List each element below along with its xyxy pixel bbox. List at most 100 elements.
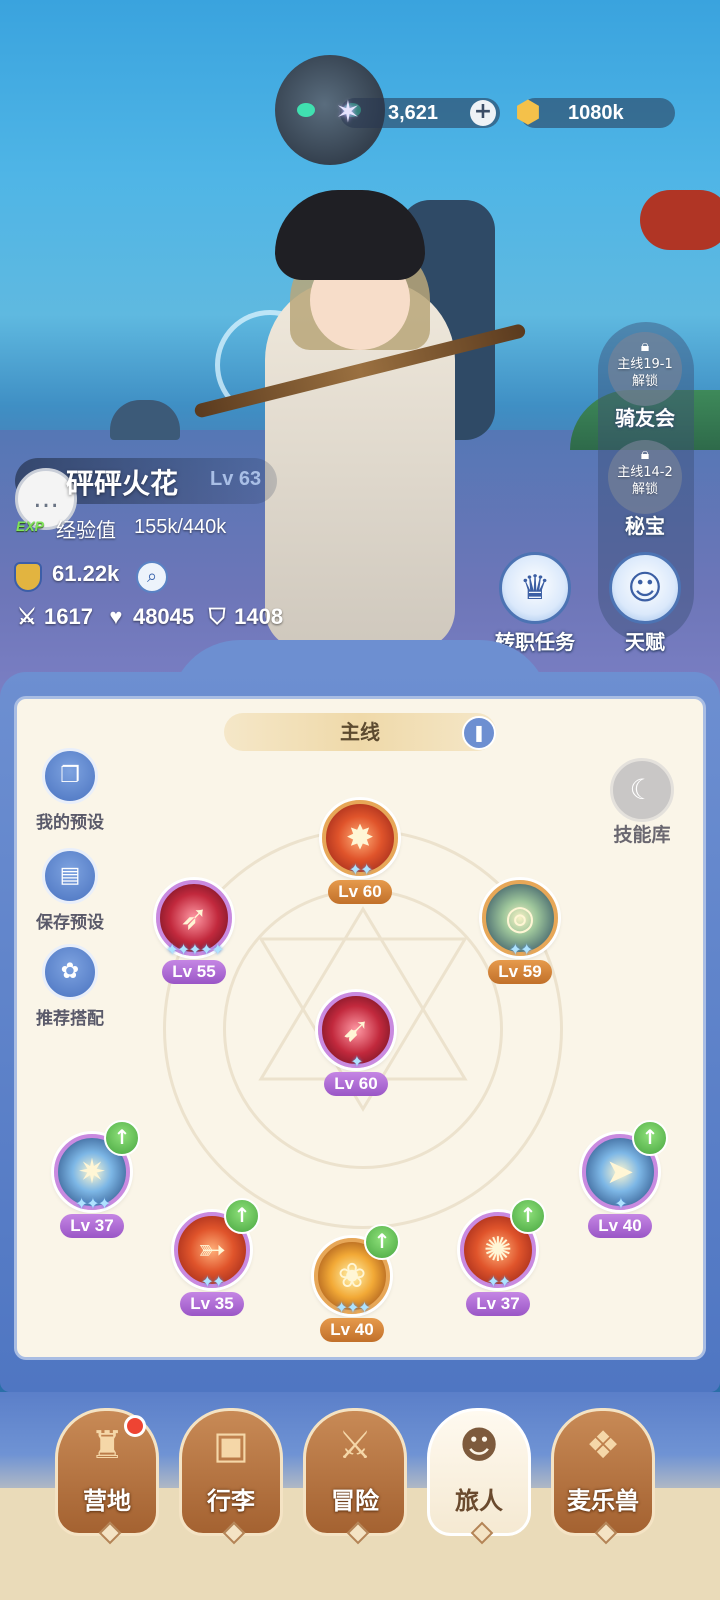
- upgrade-arrow-icon[interactable]: ↑: [364, 1224, 400, 1260]
- skill-slot-left[interactable]: ➶ ✦✦✦✦✦ Lv 55: [144, 880, 244, 990]
- skill-slot-bottom-3[interactable]: ❀ ↑ ✦✦✦ Lv 40: [302, 1224, 402, 1348]
- skill-slot-top[interactable]: ✸ ✦✦ Lv 60: [310, 800, 410, 910]
- skill-slot-right[interactable]: ◎ ✦✦ Lv 59: [470, 880, 570, 990]
- backpack-icon: ▣: [213, 1423, 249, 1467]
- skill-slot-center[interactable]: ➹ ✦ Lv 60: [306, 992, 406, 1102]
- stats-row: ⚔ 1617 ♥ 48045 ⛉ 1408: [14, 604, 283, 630]
- unlock-stage: 主线19-1: [617, 357, 673, 372]
- exp-value: 155k/440k: [134, 516, 227, 538]
- save-disk-icon: ▤: [42, 848, 98, 904]
- tab-main-line-label: 主线: [340, 720, 380, 744]
- player-name: 砰砰火花: [66, 467, 179, 500]
- star-currency-value: 3,621: [388, 101, 439, 124]
- defense-stat: ⛉ 1408: [204, 604, 283, 630]
- gold-coin-icon: ⬢: [514, 94, 542, 130]
- nav-gem: [98, 1521, 122, 1545]
- treasure-label: 秘宝: [625, 514, 665, 538]
- riding-club-unlock-text: 主线19-1 解锁: [608, 356, 682, 390]
- nav-gem: [346, 1521, 370, 1545]
- skill-stars: ✦✦: [486, 1272, 512, 1291]
- treasure-lock: 🔒︎ 主线14-2 解锁: [608, 440, 682, 514]
- save-preset-button[interactable]: ▤ 保存预设: [20, 848, 120, 933]
- skill-stars: ✦✦: [348, 860, 374, 879]
- star-crystal-icon: ✶: [335, 94, 361, 130]
- nav-traveler-tile: ☻ 旅人: [427, 1408, 531, 1545]
- riding-club-lock: 🔒︎ 主线19-1 解锁: [608, 332, 682, 406]
- skill-level: Lv 40: [320, 1318, 384, 1342]
- combat-power-shield-icon: [14, 562, 42, 592]
- treasure-unlock-text: 主线14-2 解锁: [608, 464, 682, 498]
- nav-gem: [470, 1521, 494, 1545]
- job-quest-button[interactable]: ♛ 转职任务: [490, 552, 580, 655]
- skill-level: Lv 40: [588, 1214, 652, 1238]
- skill-slot-bottom-5[interactable]: ➤ ↑ ✦ Lv 40: [570, 1120, 670, 1244]
- skill-level: Lv 55: [162, 960, 226, 984]
- nav-pet[interactable]: ❖ 麦乐兽: [548, 1408, 658, 1545]
- power-detail-search-icon[interactable]: ⌕: [136, 561, 168, 593]
- nav-camp-label: 营地: [83, 1487, 131, 1515]
- gold-currency-value: 1080k: [568, 101, 624, 124]
- exp-tag: EXP: [16, 518, 45, 534]
- tab-main-line[interactable]: 主线: [224, 713, 496, 751]
- lock-icon: 🔒︎: [640, 444, 650, 463]
- crossed-swords-icon: ⚔: [17, 604, 37, 629]
- combat-power-value: 61.22k: [52, 561, 120, 586]
- skill-stars: ✦✦✦✦✦: [165, 940, 224, 959]
- recommended-build-button[interactable]: ✿ 推荐搭配: [20, 944, 120, 1029]
- skill-level: Lv 60: [328, 880, 392, 904]
- nav-gem: [222, 1521, 246, 1545]
- talent-label: 天赋: [625, 630, 665, 654]
- skill-slot-bottom-2[interactable]: ➳ ↑ ✦✦ Lv 35: [162, 1198, 262, 1322]
- shield-icon: ⛉: [208, 604, 226, 629]
- nav-camp[interactable]: ♜ 营地: [52, 1408, 162, 1545]
- treasure-button[interactable]: 🔒︎ 主线14-2 解锁 秘宝: [605, 440, 685, 539]
- skill-level: Lv 60: [324, 1072, 388, 1096]
- defense-value: 1408: [234, 604, 284, 629]
- skill-slot-bottom-1[interactable]: ✷ ↑ ✦✦✦ Lv 37: [42, 1120, 142, 1244]
- add-currency-button[interactable]: +: [470, 100, 496, 126]
- nav-luggage-tile: ▣ 行李: [179, 1408, 283, 1545]
- talent-button[interactable]: ☺ 天赋: [600, 552, 690, 655]
- attack-value: 1617: [44, 604, 93, 629]
- traveler-avatar-icon: ☻: [459, 1423, 499, 1467]
- nav-gem: [594, 1521, 618, 1545]
- upgrade-arrow-icon[interactable]: ↑: [510, 1198, 546, 1234]
- skill-stars: ✦✦✦: [334, 1298, 371, 1317]
- unlock-word: 解锁: [631, 374, 658, 389]
- skill-stars: ✦✦✦: [74, 1194, 111, 1213]
- recommend-flowers-icon: ✿: [42, 944, 98, 1000]
- skill-stars: ✦✦: [200, 1272, 226, 1291]
- riding-club-label: 骑友会: [615, 406, 675, 430]
- nav-pet-tile: ❖ 麦乐兽: [551, 1408, 655, 1545]
- notification-dot: [124, 1415, 146, 1437]
- skill-level: Lv 59: [488, 960, 552, 984]
- upgrade-arrow-icon[interactable]: ↑: [224, 1198, 260, 1234]
- my-preset-label: 我的预设: [36, 813, 104, 833]
- riding-club-button[interactable]: 🔒︎ 主线19-1 解锁 骑友会: [605, 332, 685, 431]
- skill-stars: ✦: [350, 1052, 363, 1071]
- skill-stars: ✦: [614, 1194, 627, 1213]
- unlock-word: 解锁: [631, 482, 658, 497]
- nav-adventure-label: 冒险: [331, 1487, 379, 1515]
- mascot-eye: [297, 103, 315, 117]
- gold-currency: ⬢ 1080k: [515, 95, 675, 130]
- upgrade-arrow-icon[interactable]: ↑: [104, 1120, 140, 1156]
- skill-level: Lv 37: [60, 1214, 124, 1238]
- hp-stat: ♥ 48045: [103, 604, 194, 630]
- nav-traveler-label: 旅人: [455, 1487, 503, 1515]
- upgrade-arrow-icon[interactable]: ↑: [632, 1120, 668, 1156]
- nav-luggage[interactable]: ▣ 行李: [176, 1408, 286, 1545]
- hp-value: 48045: [132, 604, 195, 629]
- skill-library-button[interactable]: ☾ 技能库: [602, 758, 682, 847]
- brain-head-icon: ☺: [609, 552, 681, 624]
- lock-icon: 🔒︎: [640, 336, 650, 355]
- skill-slot-bottom-4[interactable]: ✺ ↑ ✦✦ Lv 37: [448, 1198, 548, 1322]
- red-flower: [640, 190, 720, 250]
- nav-adventure[interactable]: ⚔ 冒险: [300, 1408, 410, 1545]
- my-preset-button[interactable]: ❐ 我的预设: [20, 748, 120, 833]
- skill-stars: ✦✦: [508, 940, 534, 959]
- nav-traveler[interactable]: ☻ 旅人: [424, 1408, 534, 1545]
- book-icon[interactable]: ❚: [462, 716, 496, 750]
- heart-icon: ♥: [109, 604, 123, 629]
- cards-icon: ❐: [42, 748, 98, 804]
